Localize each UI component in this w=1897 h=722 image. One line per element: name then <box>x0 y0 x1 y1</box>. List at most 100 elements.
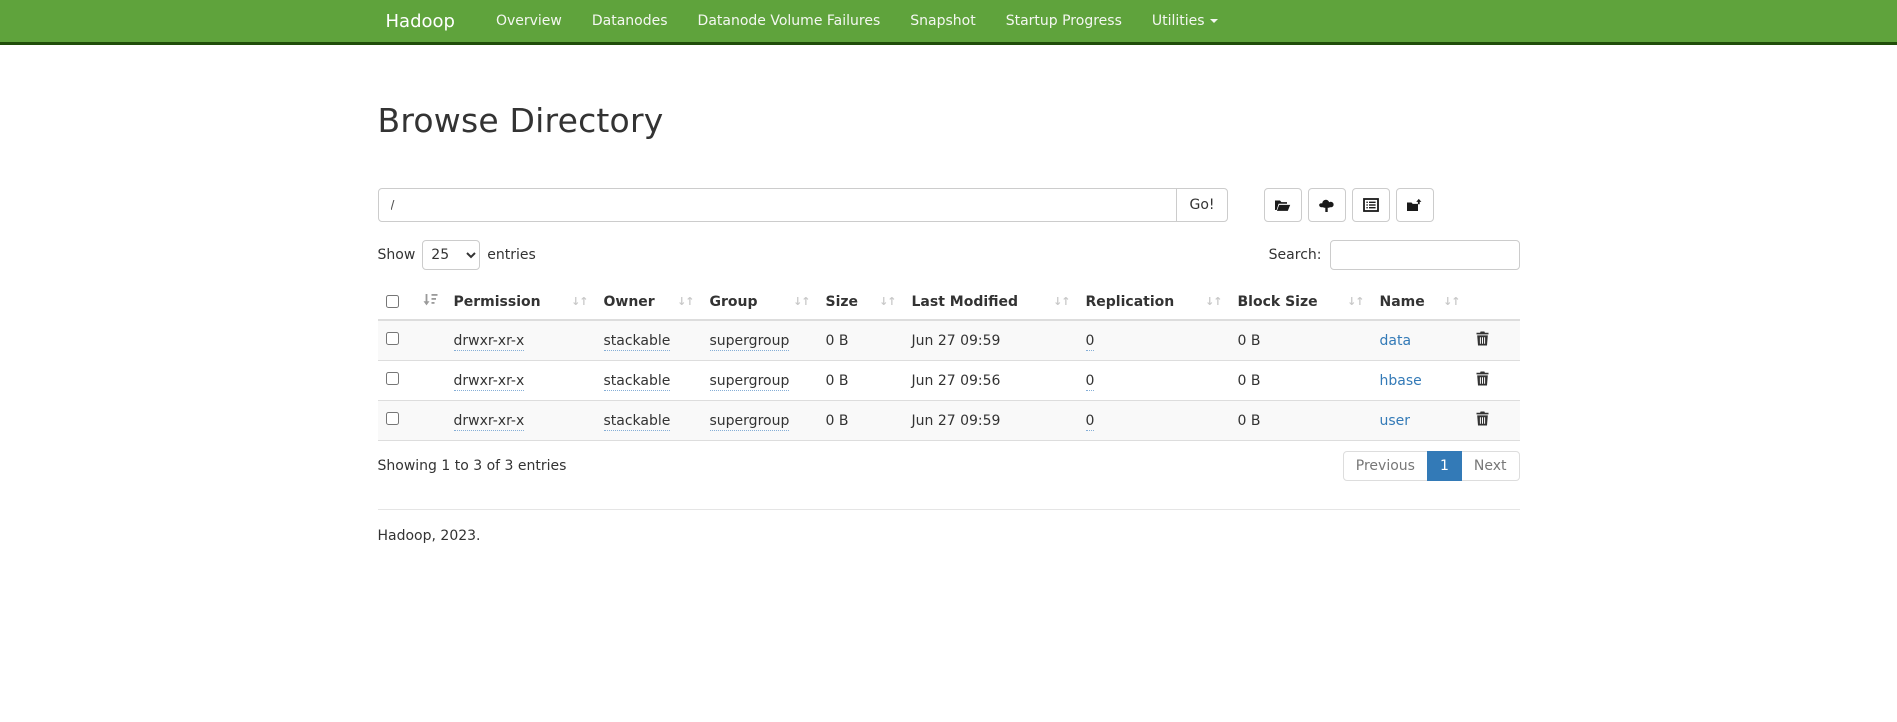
nav-item-overview[interactable]: Overview <box>481 13 577 29</box>
path-input-group: Go! <box>378 188 1228 222</box>
header-label: Replication <box>1086 294 1175 310</box>
replication-value[interactable]: 0 <box>1086 333 1095 351</box>
utilities-label: Utilities <box>1152 13 1205 29</box>
group-value[interactable]: supergroup <box>710 333 790 351</box>
pagination-next-button[interactable]: Next <box>1461 451 1520 481</box>
nav-dropdown-utilities[interactable]: Utilities <box>1137 13 1233 29</box>
nav-item-startup-progress[interactable]: Startup Progress <box>991 13 1137 29</box>
list-alt-icon <box>1363 198 1379 212</box>
owner-value[interactable]: stackable <box>604 333 671 351</box>
directory-listing-table: Permission Owner Group Size Last Modifie… <box>378 284 1520 441</box>
footer-divider <box>378 509 1520 510</box>
pagination: Previous 1 Next <box>1343 451 1520 481</box>
header-label: Last Modified <box>912 294 1019 310</box>
column-header-size[interactable]: Size <box>818 284 904 320</box>
row-checkbox[interactable] <box>386 372 399 385</box>
main-content: Browse Directory Go! Show 25 <box>378 101 1520 544</box>
navbar-inner: Hadoop Overview Datanodes Datanode Volum… <box>378 0 1520 42</box>
upload-files-button[interactable] <box>1308 188 1346 222</box>
nav-item-snapshot[interactable]: Snapshot <box>895 13 990 29</box>
sort-icon <box>1443 295 1459 308</box>
column-header-owner[interactable]: Owner <box>596 284 702 320</box>
top-navbar: Hadoop Overview Datanodes Datanode Volum… <box>0 0 1897 45</box>
sort-icon <box>793 295 809 308</box>
delete-button[interactable] <box>1476 331 1489 346</box>
sort-icon <box>571 295 587 308</box>
column-header-permission[interactable]: Permission <box>446 284 596 320</box>
permission-value[interactable]: drwxr-xr-x <box>454 413 525 431</box>
entries-summary: Showing 1 to 3 of 3 entries <box>378 458 567 474</box>
sort-icon <box>677 295 693 308</box>
header-label: Permission <box>454 294 541 310</box>
delete-button[interactable] <box>1476 371 1489 386</box>
modified-value: Jun 27 09:56 <box>912 373 1001 389</box>
delete-button[interactable] <box>1476 411 1489 426</box>
size-value: 0 B <box>826 413 849 429</box>
trash-icon <box>1476 334 1489 349</box>
table-row: drwxr-xr-x stackable supergroup 0 B Jun … <box>378 361 1520 401</box>
row-checkbox[interactable] <box>386 412 399 425</box>
permission-value[interactable]: drwxr-xr-x <box>454 373 525 391</box>
column-header-select-all[interactable] <box>378 284 446 320</box>
block-size-value: 0 B <box>1238 373 1261 389</box>
search-input[interactable] <box>1330 240 1520 270</box>
group-value[interactable]: supergroup <box>710 413 790 431</box>
go-button[interactable]: Go! <box>1176 188 1227 222</box>
page-length-select[interactable]: 25 <box>422 240 480 270</box>
create-directory-button[interactable] <box>1264 188 1302 222</box>
footer-text: Hadoop, 2023. <box>378 528 1520 544</box>
nav-item-datanode-volume-failures[interactable]: Datanode Volume Failures <box>683 13 896 29</box>
block-size-value: 0 B <box>1238 333 1261 349</box>
nav-item-datanodes[interactable]: Datanodes <box>577 13 683 29</box>
table-row: drwxr-xr-x stackable supergroup 0 B Jun … <box>378 401 1520 441</box>
navbar-brand[interactable]: Hadoop <box>378 11 463 32</box>
show-label: Show <box>378 247 416 263</box>
pagination-page-1-button[interactable]: 1 <box>1427 451 1462 481</box>
sort-icon <box>1347 295 1363 308</box>
header-label: Block Size <box>1238 294 1318 310</box>
file-name-link[interactable]: hbase <box>1380 373 1422 389</box>
sort-icon <box>879 295 895 308</box>
folder-open-icon <box>1274 198 1291 213</box>
file-actions-toolbar <box>1264 188 1434 222</box>
owner-value[interactable]: stackable <box>604 373 671 391</box>
column-header-last-modified[interactable]: Last Modified <box>904 284 1078 320</box>
trash-icon <box>1476 374 1489 389</box>
size-value: 0 B <box>826 333 849 349</box>
cloud-upload-icon <box>1318 198 1335 213</box>
column-header-block-size[interactable]: Block Size <box>1230 284 1372 320</box>
owner-value[interactable]: stackable <box>604 413 671 431</box>
trash-icon <box>1476 414 1489 429</box>
cut-and-paste-button[interactable] <box>1352 188 1390 222</box>
pagination-previous-button[interactable]: Previous <box>1343 451 1428 481</box>
modified-value: Jun 27 09:59 <box>912 333 1001 349</box>
directory-path-input[interactable] <box>378 188 1178 222</box>
header-label: Group <box>710 294 758 310</box>
row-checkbox[interactable] <box>386 332 399 345</box>
paste-to-directory-button[interactable] <box>1396 188 1434 222</box>
page-length-control: Show 25 entries <box>378 240 536 270</box>
column-header-actions <box>1468 284 1520 320</box>
replication-value[interactable]: 0 <box>1086 373 1095 391</box>
group-value[interactable]: supergroup <box>710 373 790 391</box>
select-all-checkbox[interactable] <box>386 295 399 308</box>
caret-down-icon <box>1210 19 1218 23</box>
file-name-link[interactable]: data <box>1380 333 1412 349</box>
replication-value[interactable]: 0 <box>1086 413 1095 431</box>
header-label: Name <box>1380 294 1425 310</box>
table-footer-row: Showing 1 to 3 of 3 entries Previous 1 N… <box>378 451 1520 481</box>
size-value: 0 B <box>826 373 849 389</box>
search-control: Search: <box>1269 240 1520 270</box>
search-label: Search: <box>1269 247 1322 263</box>
file-name-link[interactable]: user <box>1380 413 1411 429</box>
modified-value: Jun 27 09:59 <box>912 413 1001 429</box>
table-row: drwxr-xr-x stackable supergroup 0 B Jun … <box>378 320 1520 361</box>
page-title: Browse Directory <box>378 101 1520 140</box>
entries-label: entries <box>487 247 536 263</box>
sort-icon <box>1205 295 1221 308</box>
column-header-replication[interactable]: Replication <box>1078 284 1230 320</box>
permission-value[interactable]: drwxr-xr-x <box>454 333 525 351</box>
column-header-name[interactable]: Name <box>1372 284 1468 320</box>
column-header-group[interactable]: Group <box>702 284 818 320</box>
path-row: Go! <box>378 188 1520 222</box>
